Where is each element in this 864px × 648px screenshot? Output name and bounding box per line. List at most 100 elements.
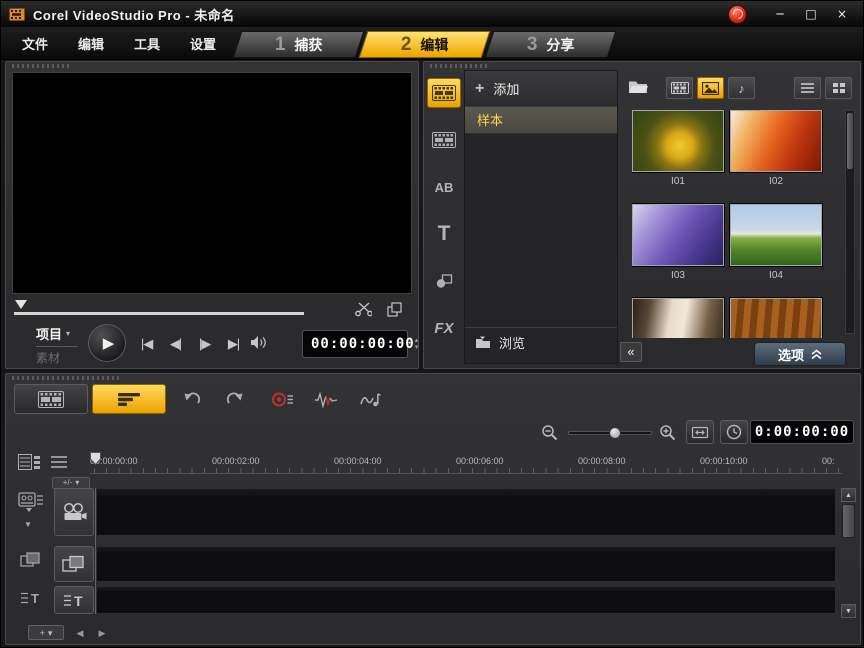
filter-tab[interactable]: FX — [427, 313, 461, 343]
category-item-sample[interactable]: 样本 — [465, 107, 617, 134]
scroll-left-button[interactable]: ◀ — [72, 626, 88, 640]
timeline-ruler[interactable]: 00:00:00:00 00:00:02:00 00:00:04:00 00:0… — [90, 452, 842, 474]
clip-mode-button[interactable]: 素材 — [36, 349, 78, 366]
browse-button[interactable]: 浏览 — [465, 327, 617, 357]
timeline-view-button[interactable] — [92, 384, 166, 414]
volume-button[interactable] — [250, 335, 269, 350]
preview-timecode[interactable]: 00:00:00:00 ▴▾ — [302, 330, 408, 358]
ruler-mode-button[interactable] — [720, 420, 748, 444]
minimize-button[interactable]: ─ — [767, 5, 793, 23]
collapse-library-button[interactable]: « — [620, 342, 642, 362]
filmstrip-icon — [432, 85, 456, 101]
track-list-button[interactable] — [50, 454, 68, 470]
go-to-start-button[interactable]: |◀ — [132, 333, 161, 355]
maximize-button[interactable]: □ — [798, 5, 824, 23]
undo-button[interactable] — [174, 386, 210, 412]
thumbnail-image-sunflower[interactable] — [632, 110, 724, 172]
list-view-button[interactable] — [794, 77, 821, 99]
next-frame-button[interactable]: |▶ — [190, 333, 219, 355]
overlay-track-lane[interactable] — [96, 546, 836, 582]
thumbnail-item-partial[interactable] — [730, 298, 822, 338]
thumbnail-item[interactable]: I03 — [632, 204, 724, 288]
menu-file[interactable]: 文件 — [7, 34, 63, 53]
transition-tab[interactable]: AB — [427, 172, 461, 202]
options-button[interactable]: 选项 — [754, 342, 846, 366]
menu-edit[interactable]: 编辑 — [63, 34, 119, 53]
preview-panel: 项目▾ 素材 ▶ |◀ ◀| |▶ ▶| 00:00:00:00 ▴▾ — [5, 61, 419, 369]
title-track-rail-button[interactable]: T — [20, 590, 42, 606]
record-capture-button[interactable] — [264, 386, 300, 412]
tab-edit[interactable]: 2 编辑 — [359, 31, 491, 58]
play-button[interactable]: ▶ — [88, 324, 126, 362]
overlay-track-header[interactable] — [54, 546, 94, 582]
show-all-tracks-button[interactable] — [18, 454, 40, 470]
thumbnail-item[interactable]: I01 — [632, 110, 724, 194]
zoom-slider-handle[interactable] — [609, 427, 621, 439]
previous-frame-button[interactable]: ◀| — [161, 333, 190, 355]
thumbnail-image-texture[interactable] — [730, 298, 822, 338]
tab-share[interactable]: 3 分享 — [485, 31, 617, 58]
add-track-button[interactable]: + ▾ — [28, 625, 64, 640]
video-camera-icon — [61, 502, 87, 522]
menu-settings[interactable]: 设置 — [175, 34, 231, 53]
folder-icon — [628, 79, 648, 94]
timeline-timecode[interactable]: 0:00:00:00 — [750, 420, 854, 444]
video-track-rail-button[interactable] — [18, 492, 44, 514]
gallery-scrollbar[interactable] — [845, 110, 855, 334]
thumbnail-image-purple-abstract[interactable] — [632, 204, 724, 266]
zoom-slider[interactable] — [568, 431, 652, 435]
auto-music-button[interactable] — [352, 386, 388, 412]
close-button[interactable]: × — [829, 5, 855, 23]
redo-button[interactable] — [216, 386, 252, 412]
thumbnail-image-book[interactable] — [632, 298, 724, 338]
step-tabs: 1 捕获 2 编辑 3 分享 — [237, 31, 615, 58]
video-track-header[interactable] — [54, 488, 94, 536]
thumbnail-item[interactable]: I04 — [730, 204, 822, 288]
gallery-scrollbar-thumb[interactable] — [847, 113, 853, 169]
zoom-out-button[interactable] — [536, 420, 562, 444]
menu-tools[interactable]: 工具 — [119, 34, 175, 53]
video-filter-button[interactable] — [666, 77, 693, 99]
thumbnail-item[interactable]: I02 — [730, 110, 822, 194]
project-mode-button[interactable]: 项目▾ — [36, 324, 78, 343]
storyboard-view-button[interactable] — [14, 384, 88, 414]
import-folder-button[interactable] — [628, 79, 648, 94]
zoom-in-icon — [659, 424, 676, 441]
title-tab[interactable]: T — [427, 219, 461, 249]
timecode-spinner[interactable]: ▴▾ — [415, 337, 419, 351]
thumbnail-item-partial[interactable] — [632, 298, 724, 338]
split-clip-button[interactable] — [355, 302, 372, 317]
title-track-lane[interactable] — [96, 586, 836, 614]
tab-capture[interactable]: 1 捕获 — [233, 31, 365, 58]
scroll-up-button[interactable]: ▲ — [841, 488, 856, 502]
instant-project-tab[interactable] — [427, 125, 461, 155]
thumbnail-image-landscape[interactable] — [730, 204, 822, 266]
media-library-tab[interactable] — [427, 78, 461, 108]
menu-bar: 文件 编辑 工具 设置 1 捕获 2 编辑 3 分享 — [1, 27, 863, 60]
timeline-scrollbar[interactable]: ▲ ▼ — [841, 488, 856, 618]
timeline-scrollbar-thumb[interactable] — [842, 504, 855, 538]
track-rail-chevron[interactable]: ▼ — [24, 520, 32, 529]
go-to-end-button[interactable]: ▶| — [219, 333, 248, 355]
overlay-track-rail-button[interactable] — [20, 552, 42, 568]
thumbnail-image-orange-abstract[interactable] — [730, 110, 822, 172]
panel-grip — [430, 64, 488, 68]
title-track-header[interactable]: T — [54, 586, 94, 614]
sound-mixer-button[interactable] — [308, 386, 344, 412]
video-track-lane[interactable] — [96, 488, 836, 536]
audio-filter-button[interactable]: ♪ — [728, 77, 755, 99]
enlarge-preview-button[interactable] — [387, 302, 402, 317]
add-category-button[interactable]: + 添加 — [465, 71, 617, 107]
trim-marker[interactable] — [15, 300, 27, 309]
zoom-in-button[interactable] — [654, 420, 680, 444]
playhead-marker[interactable] — [90, 452, 101, 465]
waveform-icon — [314, 391, 338, 408]
fit-project-button[interactable] — [686, 420, 714, 444]
graphic-tab[interactable] — [427, 266, 461, 296]
photo-filter-button[interactable] — [697, 77, 724, 99]
browse-icon — [475, 336, 491, 349]
scroll-right-button[interactable]: ▶ — [94, 626, 110, 640]
grid-view-button[interactable] — [825, 77, 852, 99]
scroll-down-button[interactable]: ▼ — [841, 604, 856, 618]
scrub-bar[interactable] — [14, 312, 304, 315]
